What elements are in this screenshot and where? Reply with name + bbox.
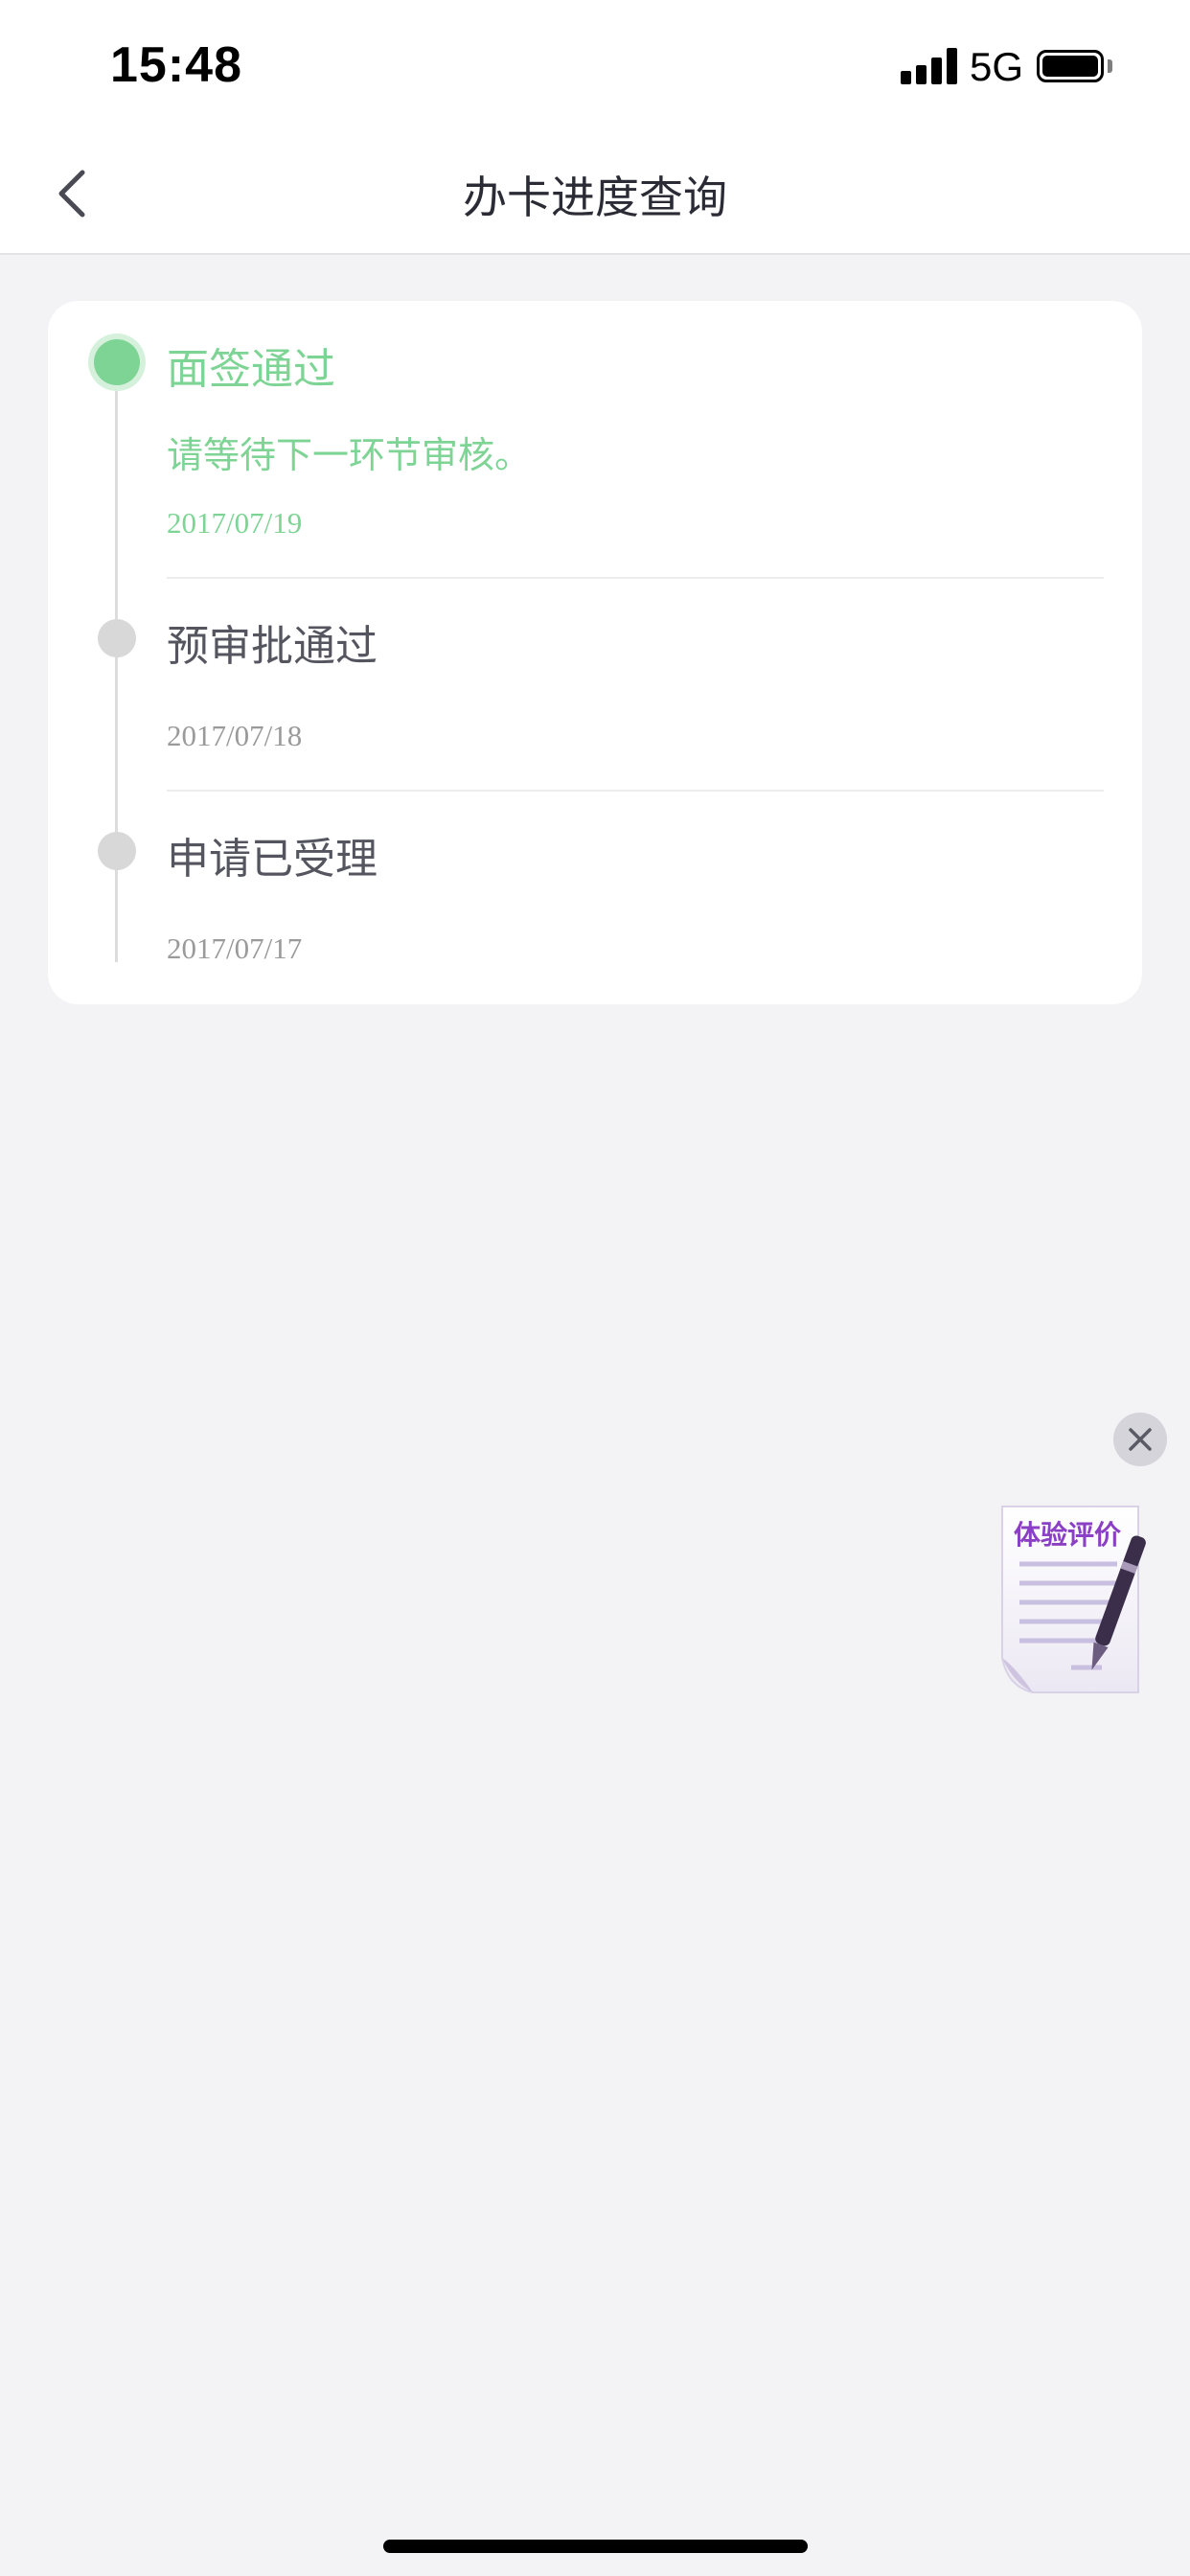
step-divider — [167, 577, 1104, 579]
back-button[interactable] — [38, 155, 115, 232]
page-title: 办卡进度查询 — [463, 172, 727, 223]
step-title: 预审批通过 — [167, 622, 378, 671]
battery-icon — [1037, 50, 1104, 82]
close-icon — [1129, 1428, 1152, 1451]
step-dot — [98, 619, 136, 657]
step-description: 请等待下一环节审核。 — [167, 434, 532, 476]
step-dot — [98, 832, 136, 870]
step-title: 申请已受理 — [167, 835, 378, 884]
step-date: 2017/07/19 — [167, 506, 303, 540]
feedback-widget[interactable]: 体验评价 — [995, 1505, 1157, 1696]
feedback-close-button[interactable] — [1113, 1413, 1167, 1466]
status-bar: 15:48 5G — [0, 0, 1190, 134]
step-divider — [167, 790, 1104, 792]
feedback-label: 体验评价 — [1014, 1519, 1122, 1551]
chevron-left-icon — [58, 170, 85, 218]
step-active-dot — [94, 339, 140, 385]
step-date: 2017/07/17 — [167, 932, 303, 965]
status-time: 15:48 — [110, 37, 242, 93]
network-type: 5G — [970, 44, 1024, 89]
timeline-line — [115, 358, 118, 962]
signal-strength-icon — [901, 48, 958, 84]
nav-bar: 办卡进度查询 — [0, 134, 1190, 255]
progress-card: 面签通过 请等待下一环节审核。 2017/07/19 预审批通过 2017/07… — [48, 301, 1142, 1004]
step-date: 2017/07/18 — [167, 719, 303, 752]
step-title: 面签通过 — [167, 345, 335, 394]
home-indicator — [383, 2540, 808, 2553]
